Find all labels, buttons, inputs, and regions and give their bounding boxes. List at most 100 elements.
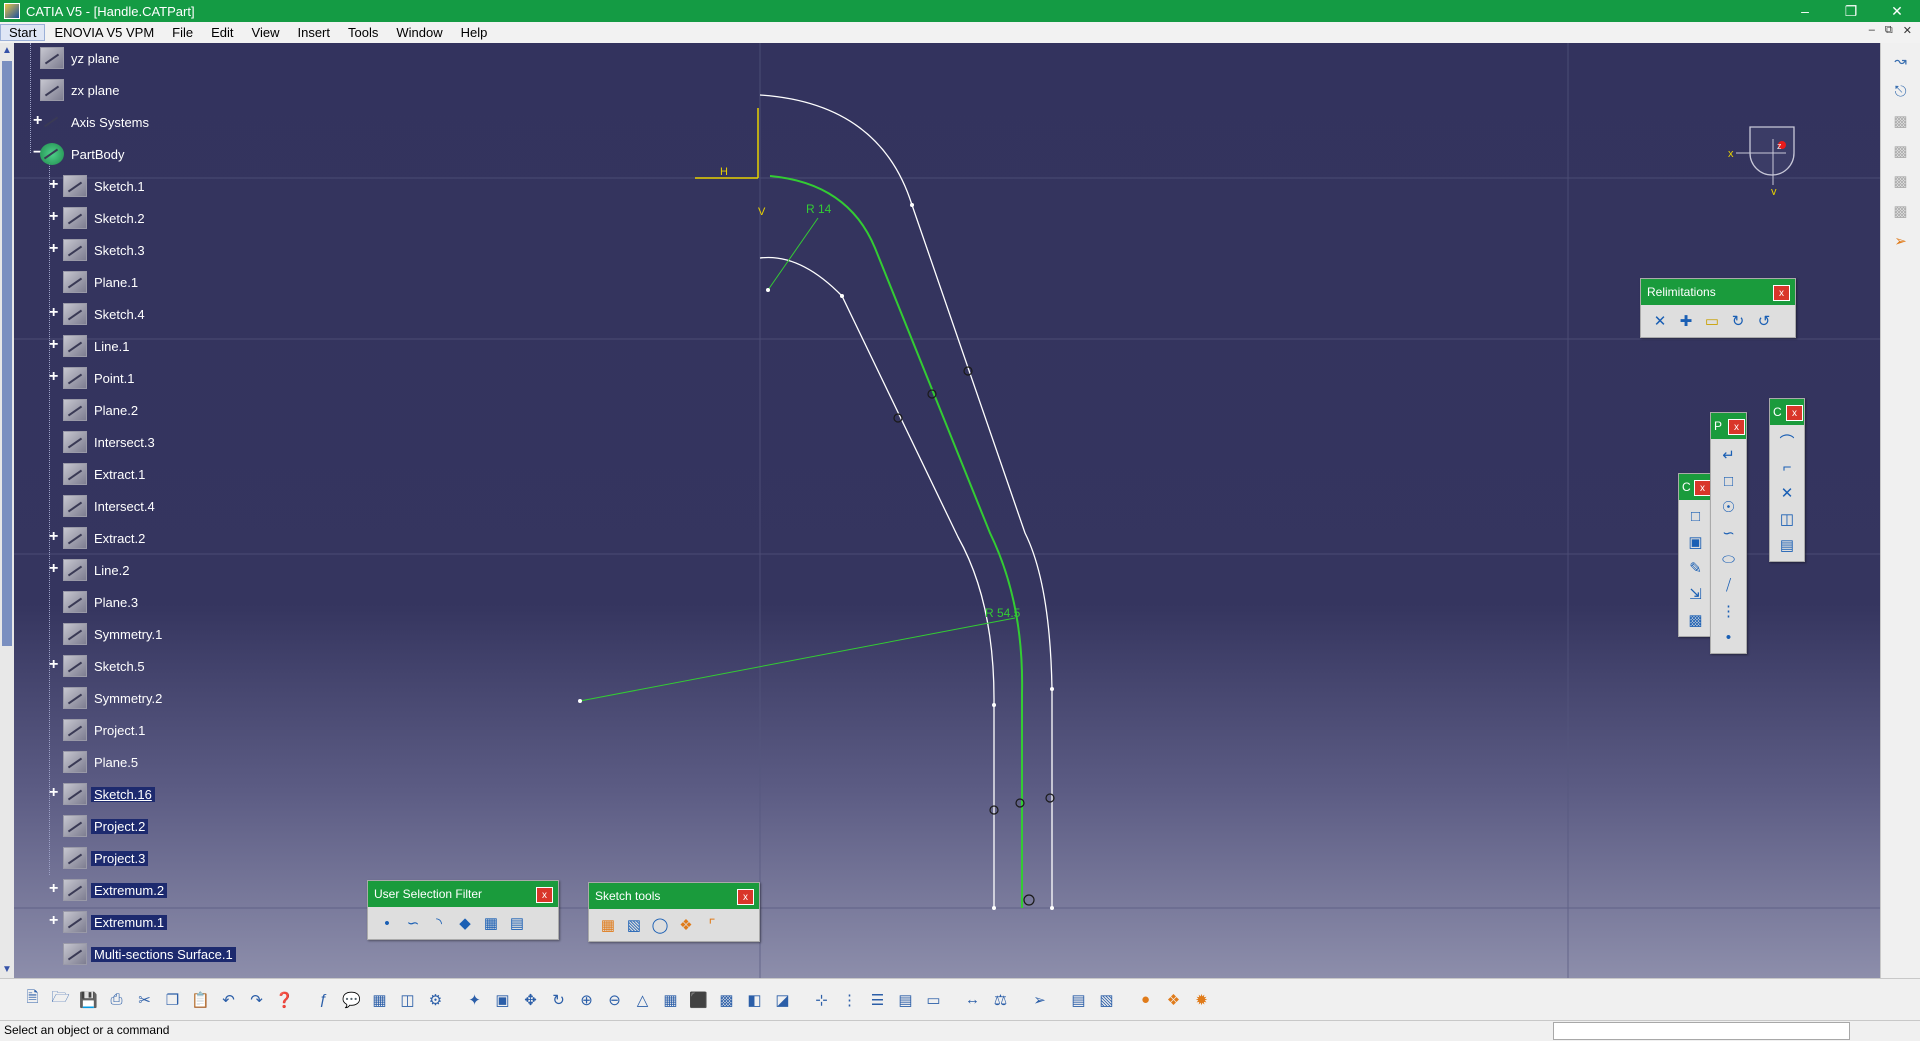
menu-view[interactable]: View xyxy=(243,25,289,40)
fit-all-icon[interactable]: ▣ xyxy=(490,987,515,1013)
sketch-tools-orange-3-icon[interactable]: ✹ xyxy=(1189,987,1214,1013)
tree-item-symmetry-1[interactable]: Symmetry.1 xyxy=(63,622,165,646)
zoom-in-icon[interactable]: ⊕ xyxy=(574,987,599,1013)
axis-tool-icon[interactable]: ⋮ xyxy=(1718,601,1740,621)
user-selection-filter-header[interactable]: User Selection Filter x xyxy=(368,881,558,907)
sketch-icon[interactable]: ⎋ xyxy=(1888,79,1914,103)
normal-view-icon[interactable]: △ xyxy=(630,987,655,1013)
tree-scrollbar[interactable]: ▲ ▼ xyxy=(0,43,14,978)
visualization-icon[interactable]: ▭ xyxy=(921,987,946,1013)
profile-header[interactable]: P x xyxy=(1711,413,1746,439)
knowledge-icon[interactable]: 💬 xyxy=(339,987,364,1013)
tree-item-plane-5[interactable]: Plane.5 xyxy=(63,750,141,774)
copy-icon[interactable]: ❐ xyxy=(160,987,185,1013)
tree-item-extract-1[interactable]: Extract.1 xyxy=(63,462,148,486)
rectangle-icon[interactable]: □ xyxy=(1718,471,1740,491)
doc-restore-icon[interactable]: ⧉ xyxy=(1885,24,1893,37)
zoom-out-icon[interactable]: ⊖ xyxy=(602,987,627,1013)
undo-icon[interactable]: ↶ xyxy=(216,987,241,1013)
doc-close-icon[interactable]: ✕ xyxy=(1903,24,1912,37)
open-icon[interactable]: 🗁 xyxy=(48,987,73,1013)
dimensional-constraints-icon[interactable]: ⌜ xyxy=(701,915,723,935)
tree-item-extremum-1[interactable]: + Extremum.1 xyxy=(49,910,168,934)
sketch-tools-header[interactable]: Sketch tools x xyxy=(589,883,759,909)
tree-item-multi-sections-surface-1[interactable]: Multi-sections Surface.1 xyxy=(63,942,236,966)
menu-enovia[interactable]: ENOVIA V5 VPM xyxy=(45,25,163,40)
layer-icon[interactable]: ▤ xyxy=(1066,987,1091,1013)
snap-to-point-icon[interactable]: ▧ xyxy=(623,915,645,935)
complement-icon[interactable]: ↺ xyxy=(1753,311,1775,331)
power-input-field[interactable] xyxy=(1553,1022,1850,1040)
menu-edit[interactable]: Edit xyxy=(202,25,242,40)
construction-element-icon[interactable]: ◯ xyxy=(649,915,671,935)
corner-icon[interactable]: ⌐ xyxy=(1776,457,1798,477)
tree-item-partbody[interactable]: − PartBody xyxy=(33,142,127,166)
cut-icon[interactable]: ✂ xyxy=(132,987,157,1013)
break-icon[interactable]: ✚ xyxy=(1675,311,1697,331)
print-icon[interactable]: ⎙ xyxy=(104,987,129,1013)
maximize-button[interactable]: ❐ xyxy=(1828,0,1874,22)
tree-item-intersect-3[interactable]: Intersect.3 xyxy=(63,430,158,454)
grid-icon[interactable]: ▦ xyxy=(597,915,619,935)
tree-item-intersect-4[interactable]: Intersect.4 xyxy=(63,494,158,518)
close-icon[interactable]: x xyxy=(536,887,553,903)
tree-item-plane-2[interactable]: Plane.2 xyxy=(63,398,141,422)
tree-item-plane-3[interactable]: Plane.3 xyxy=(63,590,141,614)
menu-file[interactable]: File xyxy=(163,25,202,40)
select-mode-icon[interactable]: ➢ xyxy=(1027,987,1052,1013)
chamfer-icon[interactable]: □ xyxy=(1685,506,1707,526)
close-icon[interactable]: x xyxy=(1728,419,1745,435)
tree-item-extremum-2[interactable]: + Extremum.2 xyxy=(49,878,168,902)
fillet-icon[interactable]: ▣ xyxy=(1685,532,1707,552)
spline-icon[interactable]: ∽ xyxy=(1718,523,1740,543)
view-compass[interactable]: x y z xyxy=(1728,115,1808,198)
select-arrow-icon[interactable]: ➢ xyxy=(1888,229,1914,253)
trim-icon[interactable]: ✕ xyxy=(1649,311,1671,331)
exit-workbench-icon[interactable]: ↝ xyxy=(1888,49,1914,73)
constraint-header[interactable]: C x xyxy=(1770,399,1804,425)
circle-icon[interactable]: ☉ xyxy=(1718,497,1740,517)
geometrical-element-filter-icon[interactable]: ▤ xyxy=(506,913,528,933)
menu-tools[interactable]: Tools xyxy=(339,25,387,40)
intersection-icon[interactable]: ✕ xyxy=(1776,483,1798,503)
save-icon[interactable]: 💾 xyxy=(76,987,101,1013)
expand-icon[interactable]: + xyxy=(49,337,60,353)
tree-item-point-1[interactable]: + Point.1 xyxy=(49,366,137,390)
expand-icon[interactable]: + xyxy=(49,913,60,929)
tree-item-yz-plane[interactable]: yz plane xyxy=(40,46,122,70)
tree-item-symmetry-2[interactable]: Symmetry.2 xyxy=(63,686,165,710)
measure-icon[interactable]: ↔ xyxy=(960,987,985,1013)
formula-icon[interactable]: ƒ xyxy=(311,987,336,1013)
sketch-analysis-icon[interactable]: ⋮ xyxy=(837,987,862,1013)
mass-properties-icon[interactable]: ⚖ xyxy=(988,987,1013,1013)
tree-item-sketch-4[interactable]: + Sketch.4 xyxy=(49,302,148,326)
scroll-thumb[interactable] xyxy=(2,61,12,646)
ellipse-icon[interactable]: ⬭ xyxy=(1718,549,1740,569)
tree-item-line-1[interactable]: + Line.1 xyxy=(49,334,132,358)
menu-window[interactable]: Window xyxy=(387,25,451,40)
geometrical-constraints-icon[interactable]: ❖ xyxy=(675,915,697,935)
scroll-up-icon[interactable]: ▲ xyxy=(2,45,12,57)
multi-view-icon[interactable]: ▦ xyxy=(658,987,683,1013)
surface-filter-icon[interactable]: ◝ xyxy=(428,913,450,933)
offset-icon[interactable]: ▤ xyxy=(1776,535,1798,555)
new-icon[interactable]: 🗎 xyxy=(20,987,45,1013)
sketch-tools-orange-2-icon[interactable]: ❖ xyxy=(1161,987,1186,1013)
tree-item-sketch-16[interactable]: + Sketch.16 xyxy=(49,782,155,806)
hide-show-icon[interactable]: ◧ xyxy=(742,987,767,1013)
curve-filter-icon[interactable]: ∽ xyxy=(402,913,424,933)
tree-item-sketch-2[interactable]: + Sketch.2 xyxy=(49,206,148,230)
point-filter-icon[interactable]: • xyxy=(376,913,398,933)
expand-icon[interactable]: + xyxy=(49,657,60,673)
reactions-icon[interactable]: ⚙ xyxy=(423,987,448,1013)
catia-app-icon[interactable] xyxy=(4,3,20,19)
whats-this-icon[interactable]: ❓ xyxy=(272,987,297,1013)
iso-view-icon[interactable]: ⬛ xyxy=(686,987,711,1013)
relimitations-header[interactable]: Relimitations x xyxy=(1641,279,1795,305)
tree-item-zx-plane[interactable]: zx plane xyxy=(40,78,122,102)
minimize-button[interactable]: – xyxy=(1782,0,1828,22)
mirror-icon[interactable]: ◫ xyxy=(1776,509,1798,529)
catalog-icon[interactable]: ◫ xyxy=(395,987,420,1013)
expand-icon[interactable]: + xyxy=(49,369,60,385)
transform-icon[interactable]: ⇲ xyxy=(1685,584,1707,604)
